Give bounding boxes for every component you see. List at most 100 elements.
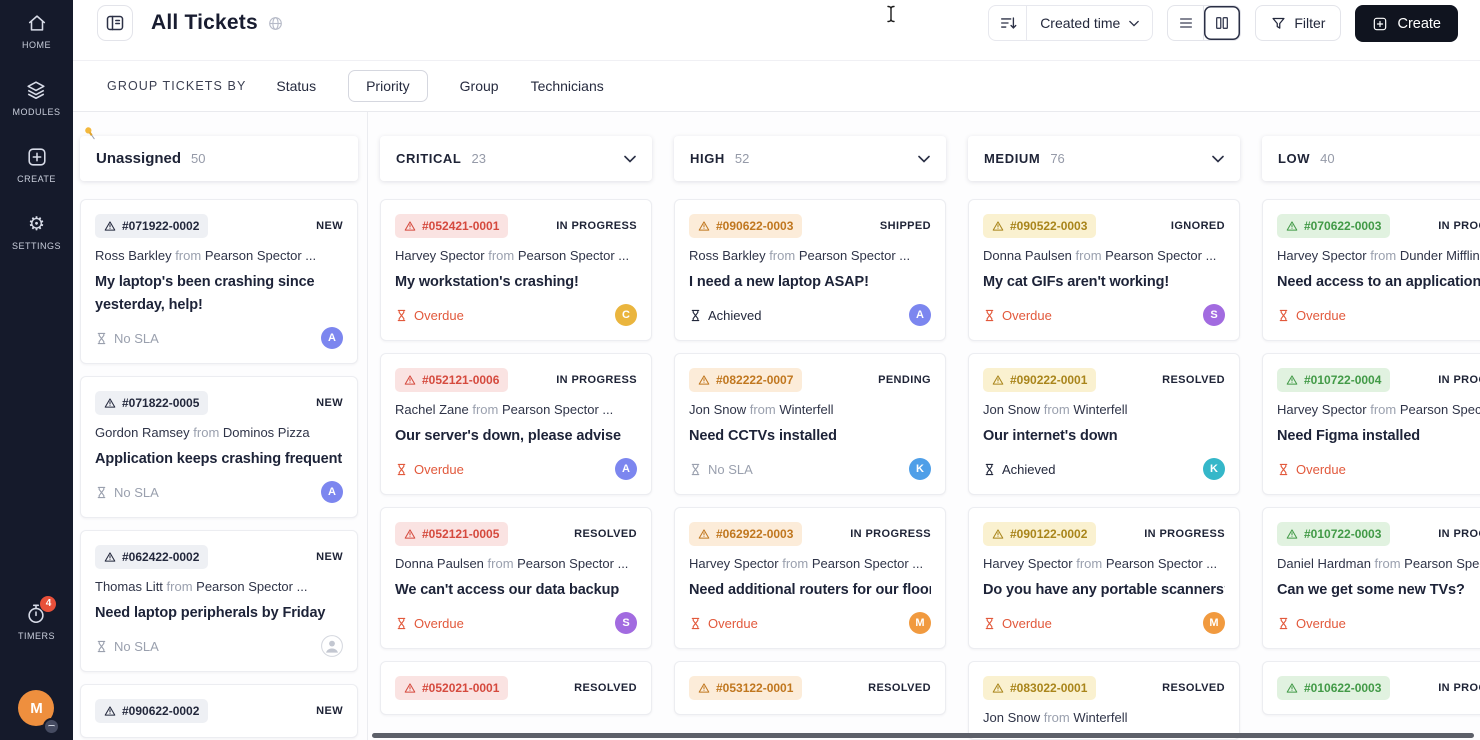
ticket-status: RESOLVED bbox=[1162, 374, 1225, 386]
card-top-row: #062422-0002 NEW bbox=[95, 545, 343, 569]
ticket-card[interactable]: #053122-0001 RESOLVED bbox=[674, 661, 946, 715]
sla-status: No SLA bbox=[95, 639, 159, 654]
ticket-id-badge[interactable]: #090122-0002 bbox=[983, 522, 1097, 546]
board-icon-button[interactable] bbox=[97, 5, 133, 41]
ticket-id-badge[interactable]: #071822-0005 bbox=[95, 391, 209, 415]
sidebar-item-modules[interactable]: MODULES bbox=[12, 79, 60, 117]
chevron-down-icon bbox=[1129, 20, 1140, 27]
user-avatar[interactable]: M bbox=[18, 690, 61, 735]
sla-status: No SLA bbox=[95, 485, 159, 500]
horizontal-scrollbar[interactable] bbox=[372, 733, 1474, 738]
ticket-id: #053122-0001 bbox=[716, 681, 794, 695]
chevron-down-icon[interactable] bbox=[918, 155, 930, 163]
ticket-id-badge[interactable]: #083022-0001 bbox=[983, 676, 1097, 700]
ticket-card[interactable]: #090122-0002 IN PROGRESS Harvey Spector fr… bbox=[968, 507, 1240, 649]
ticket-id-badge[interactable]: #082222-0007 bbox=[689, 368, 803, 392]
assignee-avatar[interactable]: A bbox=[321, 481, 343, 503]
ticket-card[interactable]: #010622-0003 IN PROGRESS bbox=[1262, 661, 1480, 715]
requester-name: Harvey Spector bbox=[395, 248, 485, 263]
assignee-avatar[interactable]: S bbox=[615, 612, 637, 634]
pushpin-icon[interactable] bbox=[82, 125, 99, 142]
ticket-card[interactable]: #062922-0003 IN PROGRESS Harvey Spector fr… bbox=[674, 507, 946, 649]
ticket-card[interactable]: #062422-0002 NEW Thomas Litt from Pearson … bbox=[80, 530, 358, 672]
sort-order-icon[interactable] bbox=[989, 6, 1028, 40]
ticket-card[interactable]: #090222-0001 RESOLVED Jon Snow from Winter… bbox=[968, 353, 1240, 495]
requester-name: Harvey Spector bbox=[689, 556, 779, 571]
ticket-id-badge[interactable]: #010722-0004 bbox=[1277, 368, 1391, 392]
alert-triangle-icon bbox=[1286, 220, 1298, 232]
ticket-card[interactable]: #082222-0007 PENDING Jon Snow from Winterf… bbox=[674, 353, 946, 495]
list-view-button[interactable] bbox=[1168, 6, 1205, 40]
ticket-id-badge[interactable]: #090522-0003 bbox=[983, 214, 1097, 238]
sidebar-item-home[interactable]: HOME bbox=[22, 12, 51, 50]
ticket-card[interactable]: #071922-0002 NEW Ross Barkley from Pearson… bbox=[80, 199, 358, 364]
ticket-card[interactable]: #090622-0002 NEW bbox=[80, 684, 358, 738]
ticket-id-badge[interactable]: #052121-0005 bbox=[395, 522, 509, 546]
ticket-id-badge[interactable]: #090222-0001 bbox=[983, 368, 1097, 392]
sidebar-item-timers[interactable]: 4 TIMERS bbox=[18, 596, 57, 641]
assignee-avatar[interactable]: A bbox=[909, 304, 931, 326]
ticket-card[interactable]: #052121-0005 RESOLVED Donna Paulsen from P… bbox=[380, 507, 652, 649]
ticket-card[interactable]: #052021-0001 RESOLVED bbox=[380, 661, 652, 715]
tab-priority[interactable]: Priority bbox=[348, 70, 428, 102]
assignee-avatar[interactable]: K bbox=[1203, 458, 1225, 480]
column-header: Unassigned 50 bbox=[80, 136, 358, 181]
sla-status: Overdue bbox=[395, 616, 464, 631]
ticket-card[interactable]: #010722-0004 IN PROGRESS Harvey Spector fr… bbox=[1262, 353, 1480, 495]
ticket-id-badge[interactable]: #071922-0002 bbox=[95, 214, 209, 238]
assignee-avatar[interactable]: S bbox=[1203, 304, 1225, 326]
ticket-card[interactable]: #090622-0003 SHIPPED Ross Barkley from Pea… bbox=[674, 199, 946, 341]
ticket-id-badge[interactable]: #090622-0002 bbox=[95, 699, 209, 723]
ticket-card[interactable]: #070622-0003 IN PROGRESS Harvey Spector fr… bbox=[1262, 199, 1480, 341]
tab-status[interactable]: Status bbox=[276, 78, 316, 94]
ticket-id-badge[interactable]: #070622-0003 bbox=[1277, 214, 1391, 238]
ticket-id-badge[interactable]: #053122-0001 bbox=[689, 676, 803, 700]
ticket-id-badge[interactable]: #062422-0002 bbox=[95, 545, 209, 569]
ticket-card[interactable]: #083022-0001 RESOLVED Jon Snow from Winter… bbox=[968, 661, 1240, 740]
ticket-subject: My workstation's crashing! bbox=[395, 274, 579, 290]
ticket-id-badge[interactable]: #090622-0003 bbox=[689, 214, 803, 238]
column-title: HIGH bbox=[690, 151, 725, 166]
sla-label: Overdue bbox=[414, 307, 464, 323]
ticket-id-badge[interactable]: #052421-0001 bbox=[395, 214, 509, 238]
ticket-id-badge[interactable]: #010722-0003 bbox=[1277, 522, 1391, 546]
ticket-card[interactable]: #052121-0006 IN PROGRESS Rachel Zane from … bbox=[380, 353, 652, 495]
tab-technicians[interactable]: Technicians bbox=[531, 78, 604, 94]
create-button[interactable]: Create bbox=[1355, 5, 1458, 42]
filter-button[interactable]: Filter bbox=[1255, 5, 1342, 41]
ticket-id-badge[interactable]: #052021-0001 bbox=[395, 676, 509, 700]
sidebar-item-settings[interactable]: ⚙ SETTINGS bbox=[12, 213, 61, 252]
assignee-avatar[interactable]: M bbox=[1203, 612, 1225, 634]
requester-line: Jon Snow from Winterfell bbox=[689, 402, 931, 417]
hourglass-icon bbox=[95, 332, 108, 345]
ticket-card[interactable]: #071822-0005 NEW Gordon Ramsey from Domino… bbox=[80, 376, 358, 518]
ticket-id-badge[interactable]: #010622-0003 bbox=[1277, 676, 1391, 700]
card-bottom-row: No SLA K bbox=[689, 458, 931, 480]
assignee-avatar[interactable]: A bbox=[615, 458, 637, 480]
hourglass-icon bbox=[983, 309, 996, 322]
assignee-avatar[interactable]: C bbox=[615, 304, 637, 326]
chevron-down-icon[interactable] bbox=[624, 155, 636, 163]
card-bottom-row: Overdue bbox=[1277, 458, 1480, 480]
assignee-avatar[interactable]: M bbox=[909, 612, 931, 634]
ticket-id-badge[interactable]: #062922-0003 bbox=[689, 522, 803, 546]
kanban-view-button[interactable] bbox=[1204, 6, 1240, 40]
hourglass-icon bbox=[395, 463, 408, 476]
person-icon[interactable] bbox=[321, 635, 343, 657]
ticket-card[interactable]: #010722-0003 IN PROGRESS Daniel Hardman fr… bbox=[1262, 507, 1480, 649]
ticket-card[interactable]: #052421-0001 IN PROGRESS Harvey Spector fr… bbox=[380, 199, 652, 341]
hourglass-icon bbox=[689, 463, 702, 476]
requester-company: Pearson Spector ... bbox=[204, 248, 317, 263]
card-list: #071922-0002 NEW Ross Barkley from Pearson… bbox=[80, 199, 358, 738]
ticket-id-badge[interactable]: #052121-0006 bbox=[395, 368, 509, 392]
assignee-avatar[interactable]: A bbox=[321, 327, 343, 349]
assignee-avatar[interactable]: K bbox=[909, 458, 931, 480]
chevron-down-icon[interactable] bbox=[1212, 155, 1224, 163]
ticket-card[interactable]: #090522-0003 IGNORED Donna Paulsen from Pe… bbox=[968, 199, 1240, 341]
sort-field-dropdown[interactable]: Created time bbox=[1027, 15, 1152, 31]
sidebar-item-create[interactable]: CREATE bbox=[17, 146, 56, 184]
view-toggle bbox=[1167, 5, 1242, 41]
tab-group[interactable]: Group bbox=[460, 78, 499, 94]
sla-status: Overdue bbox=[395, 462, 464, 477]
sla-status: Overdue bbox=[689, 616, 758, 631]
